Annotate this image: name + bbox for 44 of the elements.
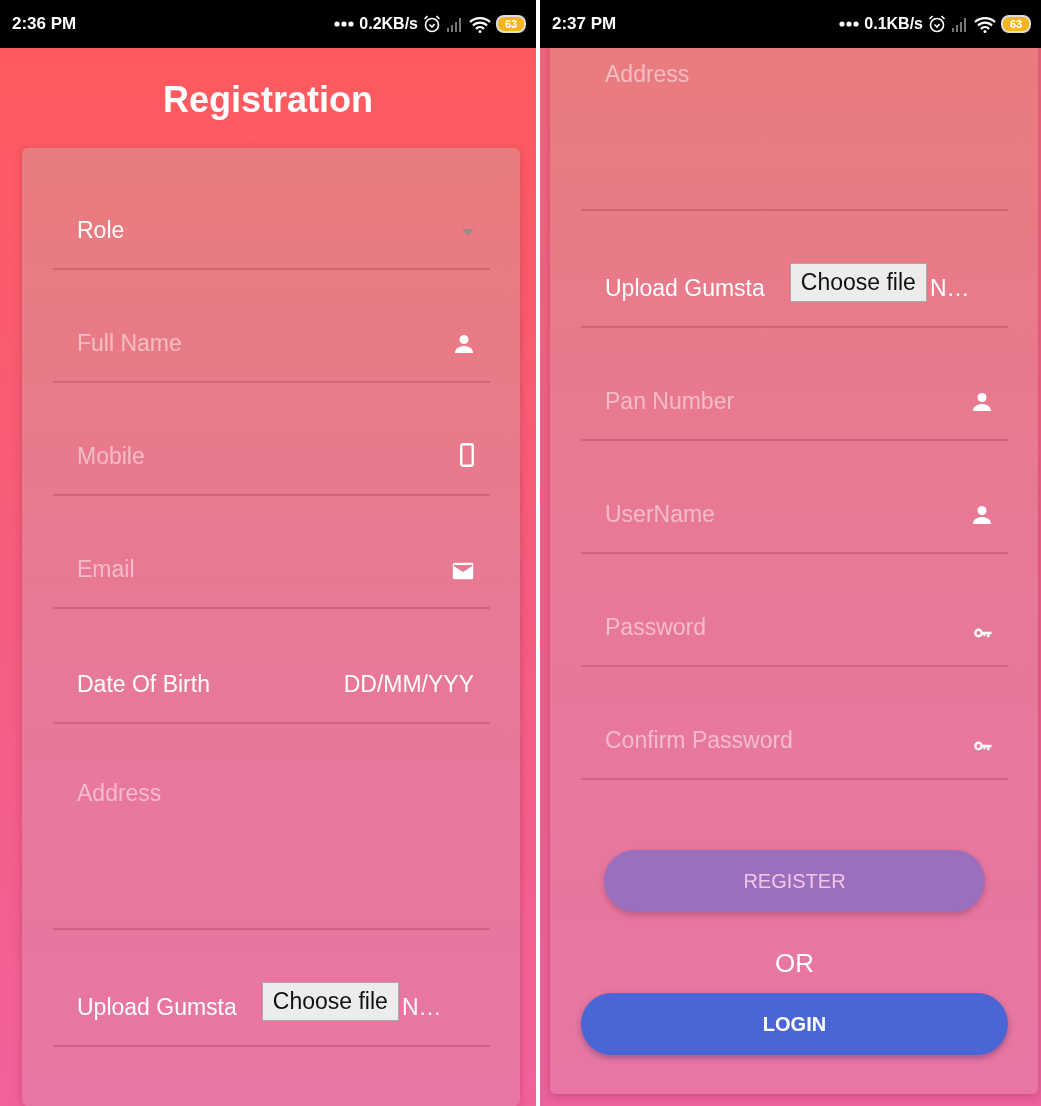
input-field[interactable]: Confirm Password	[605, 727, 964, 754]
register-button[interactable]: REGISTER	[604, 850, 985, 912]
input-field[interactable]: UserName	[605, 501, 962, 528]
choose-file-button[interactable]: Choose file	[261, 982, 399, 1021]
field-label: Upload Gumsta	[605, 275, 765, 302]
date-field[interactable]: DD/MM/YYY	[343, 671, 474, 698]
more-icon	[839, 21, 860, 27]
key-icon	[974, 628, 992, 638]
wifi-icon	[469, 15, 491, 33]
input-field[interactable]: Pan Number	[605, 388, 962, 415]
address-field[interactable]: Address	[77, 780, 474, 890]
page-title: Registration	[162, 78, 374, 122]
input-field[interactable]: Password	[605, 614, 964, 641]
person-icon	[972, 392, 992, 412]
signal-icon	[446, 16, 464, 32]
file-name: N…	[929, 275, 970, 302]
input-field[interactable]: Email	[77, 556, 442, 583]
input-field[interactable]: Full Name	[77, 330, 444, 357]
status-time: 2:37 PM	[552, 14, 617, 34]
input-field[interactable]: Mobile	[77, 443, 450, 470]
alarm-icon	[423, 15, 441, 33]
person-icon	[972, 505, 992, 525]
or-separator: OR	[775, 948, 814, 979]
phone-icon	[460, 443, 474, 467]
wifi-icon	[974, 15, 996, 33]
field-label: Date Of Birth	[77, 671, 210, 698]
network-speed: 0.1KB/s	[864, 15, 923, 33]
dropdown-caret-icon	[462, 229, 474, 236]
choose-file-button[interactable]: Choose file	[789, 263, 927, 302]
key-icon	[974, 741, 992, 751]
signal-icon	[951, 16, 969, 32]
more-icon	[334, 21, 355, 27]
field-label: Upload Gumsta	[77, 994, 237, 1021]
battery-indicator: 63	[496, 15, 526, 33]
role-dropdown[interactable]: Role	[53, 148, 490, 270]
status-time: 2:36 PM	[12, 14, 77, 34]
person-icon	[454, 334, 474, 354]
login-button[interactable]: LOGIN	[581, 993, 1008, 1055]
file-name: N…	[401, 994, 442, 1021]
network-speed: 0.2KB/s	[359, 15, 418, 33]
alarm-icon	[928, 15, 946, 33]
battery-indicator: 63	[1001, 15, 1031, 33]
address-field[interactable]: Address	[605, 61, 992, 171]
mail-icon	[452, 562, 474, 580]
